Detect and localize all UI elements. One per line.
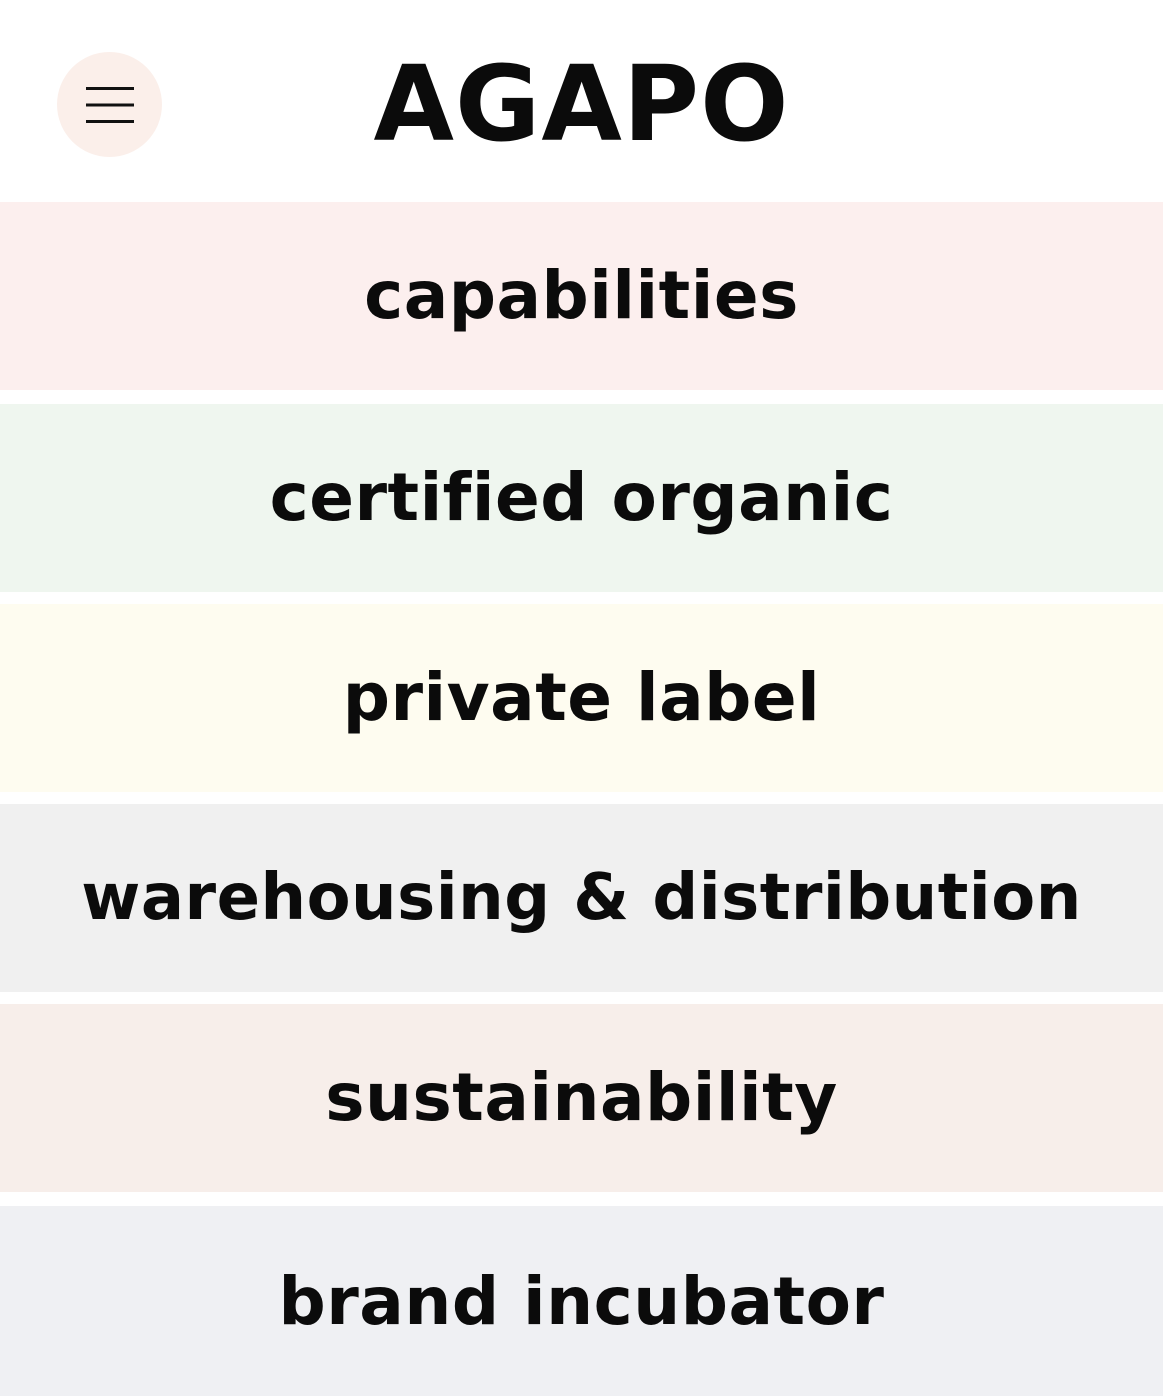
nav-item-brand-incubator[interactable]: brand incubator [0, 1206, 1163, 1396]
nav-item-label: brand incubator [278, 1263, 885, 1340]
nav-item-certified-organic[interactable]: certified organic [0, 404, 1163, 592]
nav-item-label: sustainability [325, 1059, 838, 1136]
nav-item-label: certified organic [269, 459, 894, 536]
nav-item-label: private label [342, 659, 821, 736]
nav-item-label: warehousing & distribution [81, 861, 1082, 935]
nav-item-capabilities[interactable]: capabilities [0, 202, 1163, 390]
nav-item-sustainability[interactable]: sustainability [0, 1004, 1163, 1192]
nav-item-warehousing-distribution[interactable]: warehousing & distribution [0, 804, 1163, 992]
nav-item-label: capabilities [364, 257, 799, 334]
site-header: AGAPO [0, 0, 1163, 202]
brand-logo[interactable]: AGAPO [0, 44, 1163, 164]
nav-item-private-label[interactable]: private label [0, 604, 1163, 792]
